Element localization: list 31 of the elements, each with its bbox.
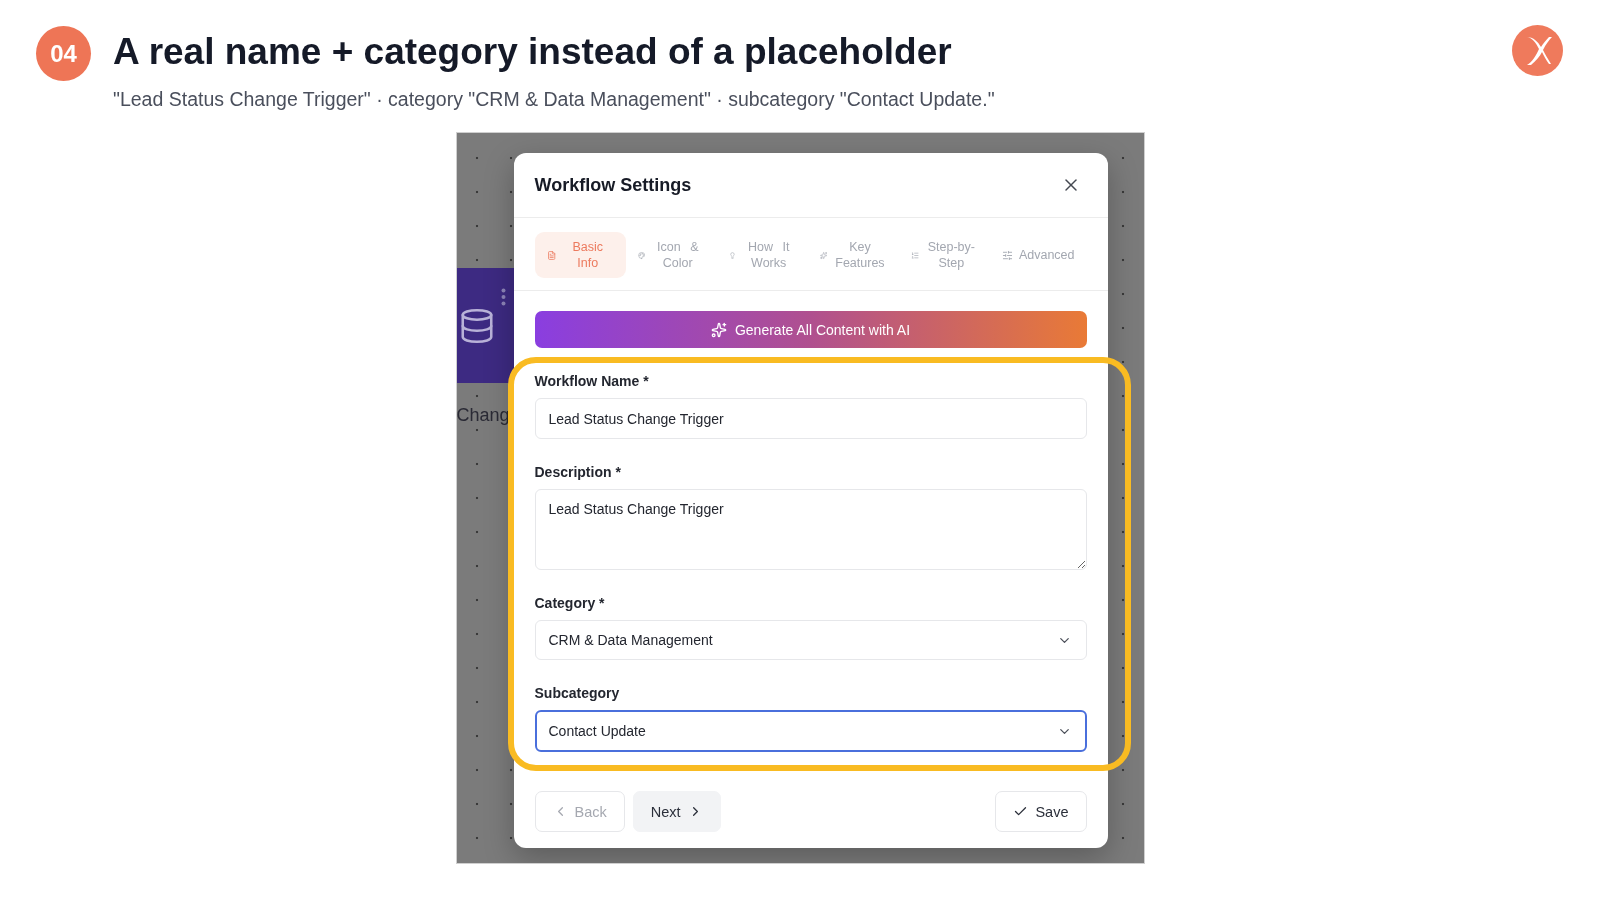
slide-subtitle: "Lead Status Change Trigger" · category "CRM & Data Management" · subcategory "Contact Update." <box>113 87 995 111</box>
textarea-field[interactable]: Lead Status Change Trigger <box>534 489 1087 570</box>
dialog-title: Workflow Settings <box>534 174 692 196</box>
sliders-icon <box>1001 249 1013 261</box>
dropdown-field[interactable]: Contact Update <box>534 710 1087 752</box>
field-label: Subcategory <box>534 684 621 702</box>
tab[interactable]: Advanced <box>989 232 1087 278</box>
step-number: 04 <box>36 26 91 81</box>
logo <box>1512 25 1563 76</box>
tab[interactable]: Step-by-Step <box>898 232 990 278</box>
text-input[interactable]: Lead Status Change Trigger <box>534 398 1087 439</box>
sparkles-icon <box>819 249 828 261</box>
sparkles-icon <box>710 321 727 338</box>
numbered-list-icon <box>910 249 919 261</box>
node-label: Chang <box>456 404 510 426</box>
tab[interactable]: Key Features <box>807 232 899 278</box>
field-label: Workflow Name * <box>534 372 650 390</box>
file-icon <box>546 249 556 261</box>
lightbulb-icon <box>728 249 736 261</box>
vertical-dots-icon <box>500 288 506 306</box>
field-label: Description * <box>534 463 622 481</box>
generate-ai-button[interactable]: Generate All Content with AI <box>534 311 1087 348</box>
tab[interactable]: Icon & Color <box>625 232 717 278</box>
dropdown-field[interactable]: CRM & Data Management <box>534 620 1087 660</box>
slide-title: A real name + category instead of a placeholder <box>113 30 953 74</box>
palette-icon <box>637 249 645 261</box>
field-label: Category * <box>534 594 606 612</box>
save-button[interactable]: Save <box>995 791 1087 832</box>
tab[interactable]: How It Works <box>716 232 808 278</box>
tab[interactable]: Basic Info <box>534 232 626 278</box>
next-button[interactable]: Next <box>632 791 721 832</box>
